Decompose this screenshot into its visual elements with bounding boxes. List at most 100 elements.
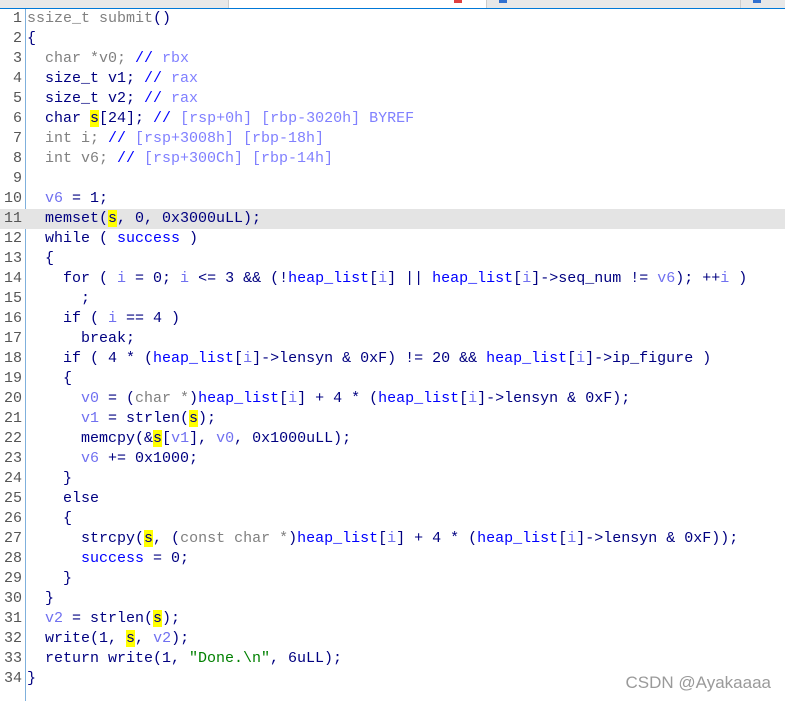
code-line[interactable]: 14 for ( i = 0; i <= 3 && (!heap_list[i]… — [0, 269, 785, 289]
token-c[interactable]: [rsp+300Ch] [rbp-14h] — [144, 150, 333, 167]
token-d[interactable]: } — [27, 570, 72, 587]
token-h[interactable]: s — [189, 410, 199, 427]
token-c[interactable]: rax — [171, 90, 198, 107]
token-d[interactable]: for ( — [27, 270, 117, 287]
code-line[interactable]: 33 return write(1, "Done.\n", 6uLL); — [0, 649, 785, 669]
code-line[interactable]: 15 ; — [0, 289, 785, 309]
token-g[interactable]: heap_list — [432, 270, 513, 287]
token-d[interactable]: , ( — [153, 530, 180, 547]
token-d[interactable]: [ — [558, 530, 567, 547]
token-v[interactable]: v0 — [216, 430, 234, 447]
token-d[interactable]: [ — [459, 390, 468, 407]
token-d[interactable]: } — [27, 670, 36, 687]
token-d[interactable]: ) — [288, 530, 297, 547]
token-d[interactable]: while ( — [27, 230, 117, 247]
token-d[interactable]: ) — [729, 270, 747, 287]
token-d[interactable]: if ( — [27, 310, 108, 327]
token-h[interactable]: s — [126, 630, 136, 647]
token-d[interactable]: ]->seq_num != — [531, 270, 657, 287]
token-cm[interactable]: // — [135, 50, 162, 67]
token-v[interactable]: v1 — [171, 430, 189, 447]
token-h[interactable]: s — [108, 210, 118, 227]
token-d[interactable]: ); ++ — [675, 270, 720, 287]
token-d[interactable]: [ — [369, 270, 378, 287]
token-d[interactable]: return write(1, — [27, 650, 189, 667]
tab-4[interactable] — [741, 0, 785, 8]
token-h[interactable]: s — [144, 530, 154, 547]
token-g[interactable]: heap_list — [297, 530, 378, 547]
token-d[interactable]: = 1; — [63, 190, 108, 207]
code-line[interactable]: 30 } — [0, 589, 785, 609]
token-d[interactable]: size_t v1; — [27, 70, 144, 87]
token-d[interactable]: { — [27, 510, 72, 527]
token-d[interactable]: = 0; — [144, 550, 189, 567]
token-v[interactable]: i — [387, 530, 396, 547]
token-str[interactable]: "Done.\n" — [189, 650, 270, 667]
token-d[interactable]: ]->lensyn & 0xF) != 20 && — [252, 350, 486, 367]
code-line[interactable]: 6 char s[24]; // [rsp+0h] [rbp-3020h] BY… — [0, 109, 785, 129]
token-d[interactable]: ; — [27, 290, 90, 307]
token-v[interactable]: v6 — [27, 450, 99, 467]
token-cm[interactable]: // — [153, 110, 180, 127]
token-g[interactable]: heap_list — [198, 390, 279, 407]
code-line[interactable]: 10 v6 = 1; — [0, 189, 785, 209]
token-v[interactable]: v2 — [153, 630, 171, 647]
code-line[interactable]: 26 { — [0, 509, 785, 529]
token-c[interactable]: [rsp+3008h] [rbp-18h] — [135, 130, 324, 147]
pseudocode-view[interactable]: 1 ssize_t submit() 2{3 char *v0; // rbx 4 s… — [0, 9, 785, 701]
token-d[interactable]: ); — [171, 630, 189, 647]
token-d[interactable]: [ — [162, 430, 171, 447]
code-line[interactable]: 21 v1 = strlen(s); — [0, 409, 785, 429]
code-line[interactable]: 8 int v6; // [rsp+300Ch] [rbp-14h] — [0, 149, 785, 169]
code-line[interactable]: 11 memset(s, 0, 0x3000uLL); — [0, 209, 785, 229]
code-line[interactable]: 25 else — [0, 489, 785, 509]
token-d[interactable]: } — [27, 470, 72, 487]
code-line[interactable]: 32 write(1, s, v2); — [0, 629, 785, 649]
token-d[interactable]: <= 3 && (! — [189, 270, 288, 287]
token-d[interactable]: ) — [189, 390, 198, 407]
code-line[interactable]: 9 — [0, 169, 785, 189]
code-line[interactable]: 5 size_t v2; // rax — [0, 89, 785, 109]
token-d[interactable]: } — [27, 590, 54, 607]
token-v[interactable]: i — [180, 270, 189, 287]
token-d[interactable]: ]->ip_figure ) — [585, 350, 711, 367]
token-d[interactable]: else — [27, 490, 99, 507]
token-d[interactable]: strcpy( — [27, 530, 144, 547]
token-d[interactable]: [ — [513, 270, 522, 287]
code-line[interactable]: 16 if ( i == 4 ) — [0, 309, 785, 329]
token-d[interactable]: memcpy(& — [27, 430, 153, 447]
token-d[interactable]: , 6uLL); — [270, 650, 342, 667]
token-t[interactable]: int i; — [27, 130, 108, 147]
code-line[interactable]: 17 break; — [0, 329, 785, 349]
token-g[interactable]: heap_list — [477, 530, 558, 547]
code-line[interactable]: 4 size_t v1; // rax — [0, 69, 785, 89]
token-g[interactable]: success — [27, 550, 144, 567]
token-g[interactable]: heap_list — [378, 390, 459, 407]
token-c[interactable]: [rsp+0h] [rbp-3020h] BYREF — [180, 110, 414, 127]
token-v[interactable]: i — [108, 310, 117, 327]
token-cm[interactable]: // — [144, 90, 171, 107]
token-d[interactable]: == 4 ) — [117, 310, 180, 327]
token-d[interactable]: [24]; — [99, 110, 153, 127]
token-v[interactable]: i — [522, 270, 531, 287]
code-line[interactable]: 20 v0 = (char *)heap_list[i] + 4 * (heap… — [0, 389, 785, 409]
token-cm[interactable]: // — [117, 150, 144, 167]
token-d[interactable]: size_t v2; — [27, 90, 144, 107]
token-d[interactable]: { — [27, 370, 72, 387]
token-v[interactable]: i — [288, 390, 297, 407]
code-line[interactable]: 29 } — [0, 569, 785, 589]
token-d[interactable]: if ( 4 * ( — [27, 350, 153, 367]
token-d[interactable]: { — [27, 30, 36, 47]
code-line[interactable]: 23 v6 += 0x1000; — [0, 449, 785, 469]
token-d[interactable]: () — [153, 10, 171, 27]
token-d[interactable]: = 0; — [126, 270, 180, 287]
token-d[interactable]: { — [27, 250, 54, 267]
token-d[interactable]: ] + 4 * ( — [396, 530, 477, 547]
token-v[interactable]: i — [243, 350, 252, 367]
code-line[interactable]: 3 char *v0; // rbx — [0, 49, 785, 69]
code-line[interactable]: 24 } — [0, 469, 785, 489]
code-line[interactable]: 7 int i; // [rsp+3008h] [rbp-18h] — [0, 129, 785, 149]
token-g[interactable]: heap_list — [288, 270, 369, 287]
token-d[interactable]: [ — [234, 350, 243, 367]
token-h[interactable]: s — [153, 430, 163, 447]
